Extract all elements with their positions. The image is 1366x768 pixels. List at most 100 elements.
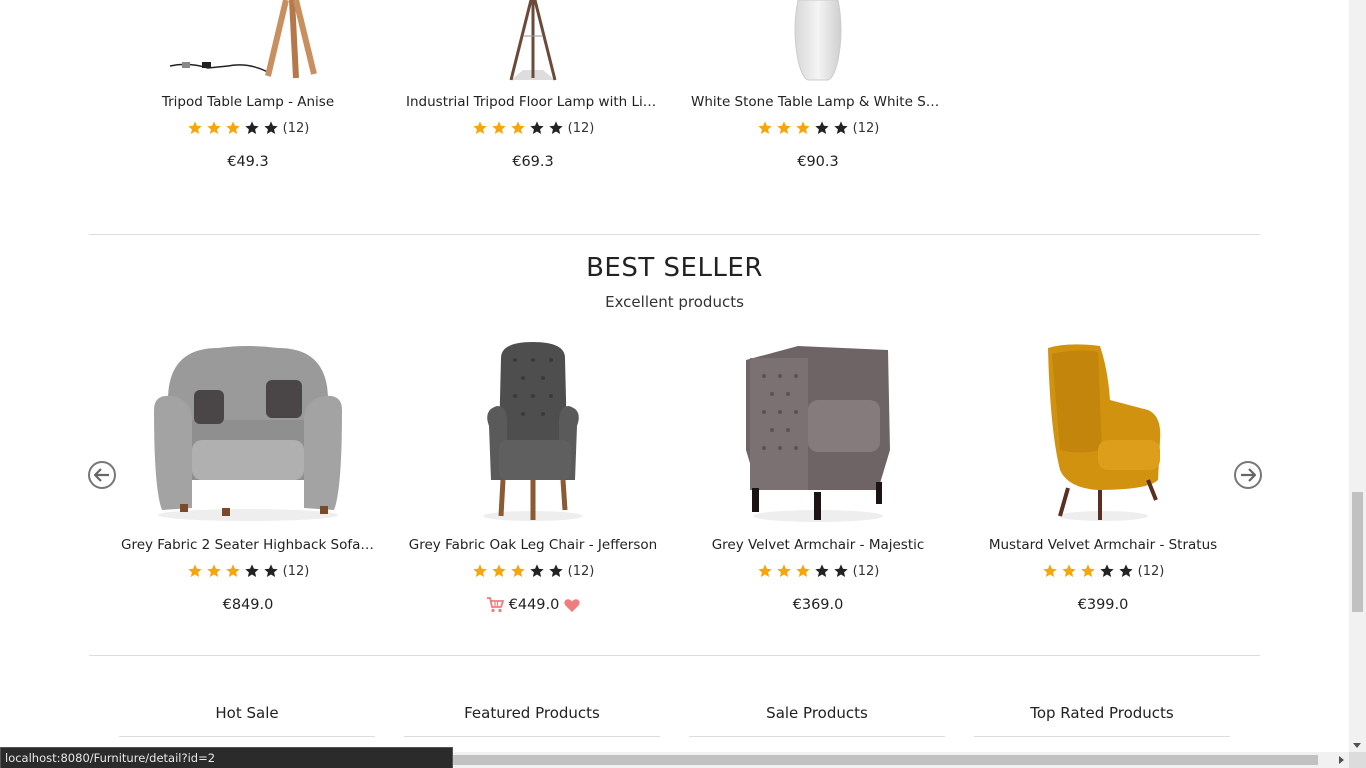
star-empty-icon <box>833 120 849 136</box>
star-empty-icon <box>548 563 564 579</box>
carousel-prev-button[interactable] <box>88 461 116 489</box>
star-filled-icon <box>1080 563 1096 579</box>
review-count: (12) <box>282 120 310 136</box>
review-count: (12) <box>282 563 310 579</box>
star-filled-icon <box>472 120 488 136</box>
star-filled-icon <box>187 120 203 136</box>
price-value: €69.3 <box>512 154 554 170</box>
price-value: €449.0 <box>508 597 560 613</box>
tab-label: Hot Sale <box>215 704 279 722</box>
arrow-right-icon <box>1241 468 1256 482</box>
star-empty-icon <box>548 120 564 136</box>
star-empty-icon <box>814 120 830 136</box>
star-filled-icon <box>757 563 773 579</box>
rating: (12) <box>113 563 383 579</box>
rating: (12) <box>968 563 1238 579</box>
product-card[interactable]: Tripod Table Lamp - Anise (12) €49.3 <box>113 0 383 170</box>
star-filled-icon <box>1061 563 1077 579</box>
product-name[interactable]: Grey Velvet Armchair - Majestic <box>683 537 953 553</box>
product-image[interactable] <box>398 0 668 84</box>
star-empty-icon <box>529 120 545 136</box>
rating: (12) <box>398 120 668 136</box>
star-filled-icon <box>1042 563 1058 579</box>
product-price: €399.0 <box>968 597 1238 613</box>
review-count: (12) <box>567 120 595 136</box>
star-empty-icon <box>244 563 260 579</box>
star-filled-icon <box>510 563 526 579</box>
price-value: €849.0 <box>222 597 274 613</box>
star-filled-icon <box>795 563 811 579</box>
product-card[interactable]: White Stone Table Lamp & White Sha... (1… <box>683 0 953 170</box>
review-count: (12) <box>567 563 595 579</box>
tab-featured-products[interactable]: Featured Products <box>404 704 660 737</box>
star-empty-icon <box>833 563 849 579</box>
star-filled-icon <box>206 563 222 579</box>
section-divider <box>89 655 1260 656</box>
star-empty-icon <box>263 563 279 579</box>
star-empty-icon <box>263 120 279 136</box>
product-card[interactable]: Mustard Velvet Armchair - Stratus (12) €… <box>968 340 1238 613</box>
star-empty-icon <box>1099 563 1115 579</box>
product-image[interactable] <box>968 340 1238 525</box>
star-filled-icon <box>225 563 241 579</box>
product-name[interactable]: Tripod Table Lamp - Anise <box>113 94 383 110</box>
product-price: €69.3 <box>398 154 668 170</box>
star-empty-icon <box>1118 563 1134 579</box>
product-card[interactable]: Grey Fabric 2 Seater Highback Sofa -... … <box>113 340 383 613</box>
section-subtitle: Excellent products <box>605 293 744 311</box>
product-image[interactable] <box>683 340 953 525</box>
star-empty-icon <box>529 563 545 579</box>
tab-sale-products[interactable]: Sale Products <box>689 704 945 737</box>
scrollbar-thumb[interactable] <box>1352 492 1363 612</box>
star-filled-icon <box>776 120 792 136</box>
star-empty-icon <box>244 120 260 136</box>
rating: (12) <box>683 120 953 136</box>
product-image[interactable] <box>113 340 383 525</box>
tab-label: Top Rated Products <box>1030 704 1174 722</box>
status-bar-url: localhost:8080/Furniture/detail?id=2 <box>0 747 453 768</box>
scrollbar-thumb[interactable] <box>452 755 1318 765</box>
price-value: €369.0 <box>792 597 844 613</box>
star-empty-icon <box>814 563 830 579</box>
tab-top-rated-products[interactable]: Top Rated Products <box>974 704 1230 737</box>
review-count: (12) <box>1137 563 1165 579</box>
star-filled-icon <box>510 120 526 136</box>
tab-underline <box>404 736 660 737</box>
price-value: €399.0 <box>1077 597 1129 613</box>
scrollbar-corner <box>1349 752 1366 768</box>
product-name[interactable]: Industrial Tripod Floor Lamp with Lin... <box>398 94 668 110</box>
product-name[interactable]: Grey Fabric 2 Seater Highback Sofa -... <box>113 537 383 553</box>
tab-underline <box>974 736 1230 737</box>
scroll-down-arrow-icon[interactable] <box>1353 743 1361 748</box>
rating: (12) <box>398 563 668 579</box>
rating: (12) <box>113 120 383 136</box>
star-filled-icon <box>491 563 507 579</box>
arrow-left-icon <box>94 468 109 482</box>
product-name[interactable]: Mustard Velvet Armchair - Stratus <box>968 537 1238 553</box>
cart-icon[interactable] <box>486 597 504 613</box>
product-name[interactable]: Grey Fabric Oak Leg Chair - Jefferson <box>398 537 668 553</box>
product-price: €849.0 <box>113 597 383 613</box>
product-card[interactable]: Grey Velvet Armchair - Majestic (12) €36… <box>683 340 953 613</box>
review-count: (12) <box>852 563 880 579</box>
product-price: €449.0 <box>398 597 668 613</box>
product-image[interactable] <box>113 0 383 84</box>
vertical-scrollbar[interactable] <box>1349 0 1366 752</box>
star-filled-icon <box>225 120 241 136</box>
heart-icon[interactable] <box>564 598 581 613</box>
price-value: €49.3 <box>227 154 269 170</box>
product-card[interactable]: Grey Fabric Oak Leg Chair - Jefferson (1… <box>398 340 668 613</box>
product-name[interactable]: White Stone Table Lamp & White Sha... <box>683 94 953 110</box>
product-card[interactable]: Industrial Tripod Floor Lamp with Lin...… <box>398 0 668 170</box>
carousel-next-button[interactable] <box>1234 461 1262 489</box>
product-price: €90.3 <box>683 154 953 170</box>
tab-label: Sale Products <box>766 704 868 722</box>
section-title: BEST SELLER <box>586 253 763 283</box>
star-filled-icon <box>472 563 488 579</box>
product-image[interactable] <box>398 340 668 525</box>
product-price: €369.0 <box>683 597 953 613</box>
product-image[interactable] <box>683 0 953 84</box>
scroll-right-arrow-icon[interactable] <box>1339 756 1344 764</box>
tab-hot-sale[interactable]: Hot Sale <box>119 704 375 737</box>
star-filled-icon <box>491 120 507 136</box>
